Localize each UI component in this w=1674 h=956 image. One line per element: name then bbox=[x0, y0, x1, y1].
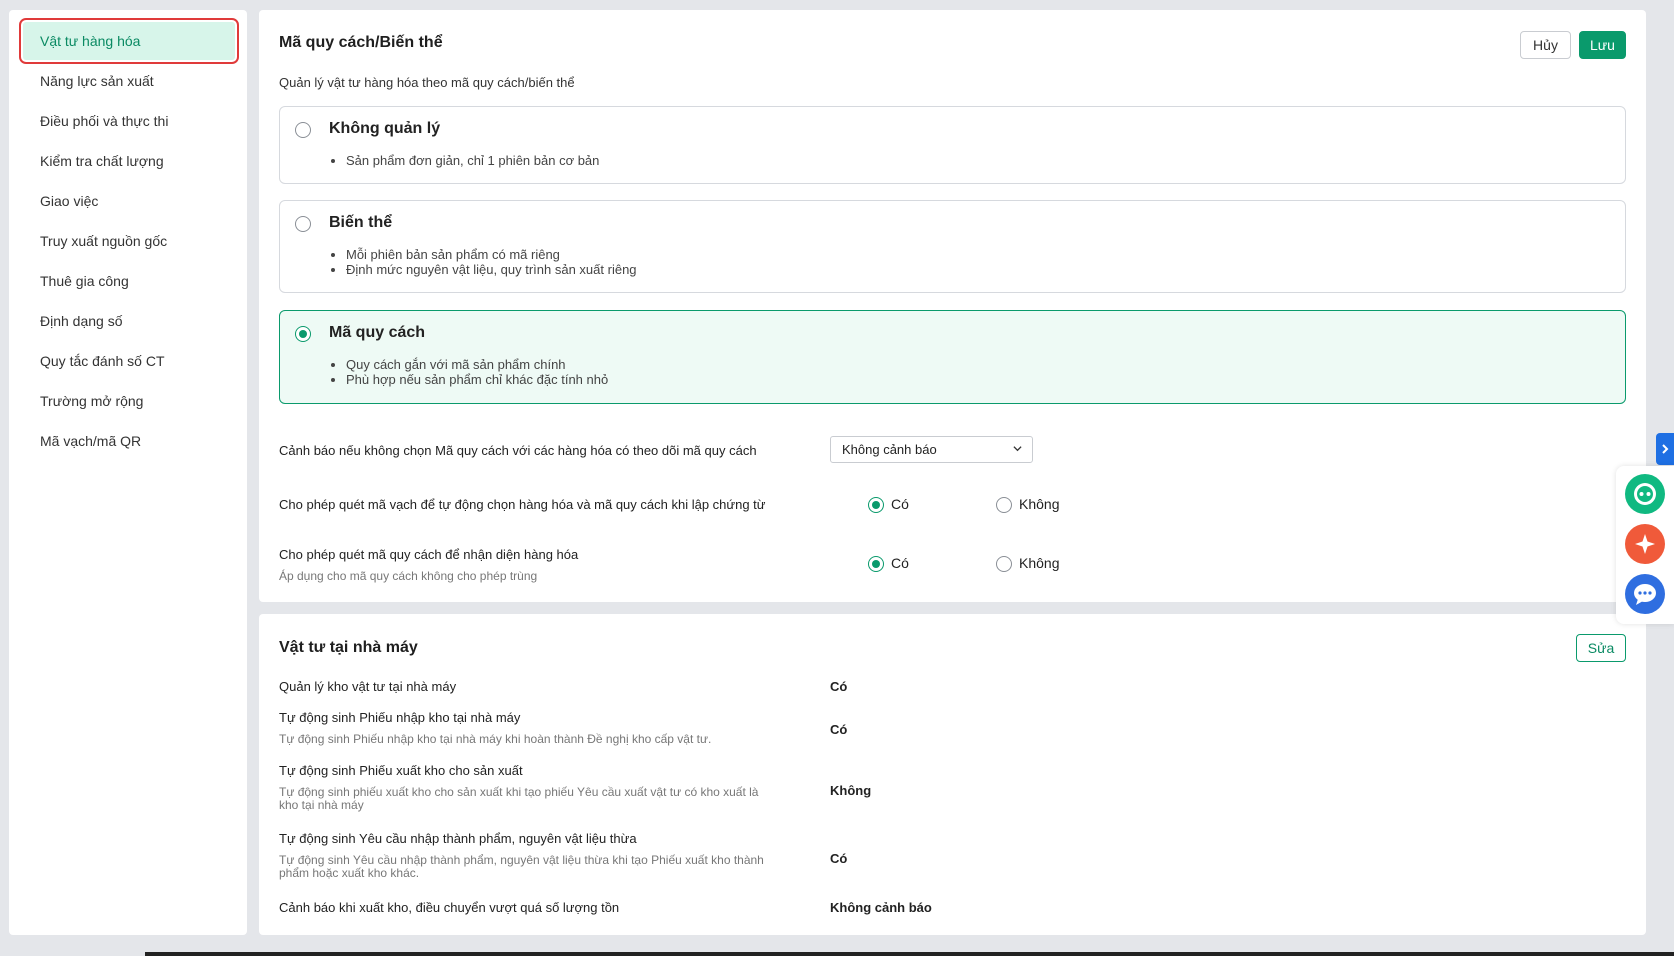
sidebar-item-coordination[interactable]: Điều phối và thực thi bbox=[23, 102, 235, 140]
sidebar-item-numbering-rules[interactable]: Quy tắc đánh số CT bbox=[23, 342, 235, 380]
scan-spec-hint: Áp dụng cho mã quy cách không cho phép t… bbox=[279, 569, 538, 583]
option-title: Biến thể bbox=[329, 214, 393, 231]
factory-row-value: Không cảnh báo bbox=[830, 900, 932, 915]
factory-row-label: Cảnh báo khi xuất kho, điều chuyển vượt … bbox=[279, 900, 620, 915]
factory-materials-panel: Vật tư tại nhà máy Sửa Quản lý kho vật t… bbox=[259, 614, 1646, 935]
sidebar-item-materials[interactable]: Vật tư hàng hóa bbox=[19, 18, 239, 64]
radio-label: Có bbox=[891, 496, 909, 512]
horizontal-scrollbar[interactable] bbox=[145, 952, 1674, 956]
sidebar-item-traceability[interactable]: Truy xuất nguồn gốc bbox=[23, 222, 235, 260]
warning-setting-label: Cảnh báo nếu không chọn Mã quy cách với … bbox=[279, 443, 757, 458]
chatbot-icon[interactable] bbox=[1625, 474, 1665, 514]
warning-select[interactable]: Không cảnh báo bbox=[830, 436, 1033, 463]
option-radio-spec-code[interactable] bbox=[295, 326, 311, 342]
radio-label: Không bbox=[1019, 496, 1060, 512]
option-bullets: Quy cách gắn với mã sản phẩm chính Phù h… bbox=[346, 357, 608, 387]
option-card-no-management[interactable]: Không quản lý Sản phẩm đơn giản, chỉ 1 p… bbox=[279, 106, 1626, 184]
option-bullet: Sản phẩm đơn giản, chỉ 1 phiên bản cơ bả… bbox=[346, 153, 599, 168]
scan-barcode-no-radio[interactable] bbox=[996, 497, 1012, 513]
warning-select-value: Không cảnh báo bbox=[842, 442, 937, 457]
factory-row-value: Không bbox=[830, 783, 872, 798]
sidebar-item-quality-check[interactable]: Kiểm tra chất lượng bbox=[23, 142, 235, 180]
radio-label: Có bbox=[891, 555, 909, 571]
chat-bubble-icon[interactable] bbox=[1625, 574, 1665, 614]
floating-tools bbox=[1616, 466, 1674, 624]
factory-row-value: Có bbox=[830, 851, 848, 866]
factory-row-hint: Tự động sinh phiếu xuất kho cho sản xuất… bbox=[279, 785, 759, 812]
option-title: Mã quy cách bbox=[329, 324, 426, 341]
factory-row-hint: Tự động sinh Phiếu nhập kho tại nhà máy … bbox=[279, 732, 712, 746]
factory-section-title: Vật tư tại nhà máy bbox=[279, 639, 418, 656]
option-radio-variant[interactable] bbox=[295, 216, 311, 232]
variant-section-title: Mã quy cách/Biến thể bbox=[279, 34, 443, 51]
variant-settings-panel: Mã quy cách/Biến thể Hủy Lưu Quản lý vật… bbox=[259, 10, 1646, 602]
radio-label: Không bbox=[1019, 555, 1060, 571]
option-card-variant[interactable]: Biến thể Mỗi phiên bản sản phẩm có mã ri… bbox=[279, 200, 1626, 293]
ai-sparkle-icon[interactable] bbox=[1625, 524, 1665, 564]
cancel-button[interactable]: Hủy bbox=[1520, 31, 1571, 59]
factory-row-hint: Tự động sinh Yêu cầu nhập thành phẩm, ng… bbox=[279, 853, 764, 880]
sidebar-item-number-format[interactable]: Định dạng số bbox=[23, 302, 235, 340]
option-bullet: Quy cách gắn với mã sản phẩm chính bbox=[346, 357, 608, 372]
option-bullet: Mỗi phiên bản sản phẩm có mã riêng bbox=[346, 247, 637, 262]
save-button[interactable]: Lưu bbox=[1579, 31, 1626, 59]
expand-panel-tab[interactable] bbox=[1656, 433, 1674, 465]
option-bullets: Mỗi phiên bản sản phẩm có mã riêng Định … bbox=[346, 247, 637, 277]
option-card-spec-code[interactable]: Mã quy cách Quy cách gắn với mã sản phẩm… bbox=[279, 310, 1626, 404]
chevron-down-icon bbox=[1013, 446, 1022, 452]
factory-row-value: Có bbox=[830, 722, 848, 737]
edit-button[interactable]: Sửa bbox=[1576, 634, 1626, 662]
sidebar-item-task-assignment[interactable]: Giao việc bbox=[23, 182, 235, 220]
sidebar-item-production-capacity[interactable]: Năng lực sản xuất bbox=[23, 62, 235, 100]
factory-row-label: Tự động sinh Phiếu nhập kho tại nhà máy bbox=[279, 710, 521, 725]
settings-sidebar: Vật tư hàng hóa Năng lực sản xuất Điều p… bbox=[9, 10, 247, 935]
sidebar-item-extended-fields[interactable]: Trường mở rộng bbox=[23, 382, 235, 420]
factory-row-label: Tự động sinh Yêu cầu nhập thành phẩm, ng… bbox=[279, 831, 637, 846]
chevron-right-icon bbox=[1662, 444, 1669, 454]
option-bullets: Sản phẩm đơn giản, chỉ 1 phiên bản cơ bả… bbox=[346, 153, 599, 168]
scan-spec-label: Cho phép quét mã quy cách để nhận diện h… bbox=[279, 547, 579, 562]
factory-row-label: Quản lý kho vật tư tại nhà máy bbox=[279, 679, 457, 694]
factory-row-label: Tự động sinh Phiếu xuất kho cho sản xuất bbox=[279, 763, 523, 778]
scan-barcode-yes-radio[interactable] bbox=[868, 497, 884, 513]
scan-barcode-label: Cho phép quét mã vạch để tự động chọn hà… bbox=[279, 497, 766, 512]
variant-section-subtitle: Quản lý vật tư hàng hóa theo mã quy cách… bbox=[279, 75, 575, 90]
option-title: Không quản lý bbox=[329, 120, 441, 137]
sidebar-item-outsourcing[interactable]: Thuê gia công bbox=[23, 262, 235, 300]
option-bullet: Phù hợp nếu sản phẩm chỉ khác đặc tính n… bbox=[346, 372, 608, 387]
factory-row-value: Có bbox=[830, 679, 848, 694]
option-radio-no-management[interactable] bbox=[295, 122, 311, 138]
scan-spec-yes-radio[interactable] bbox=[868, 556, 884, 572]
scan-spec-no-radio[interactable] bbox=[996, 556, 1012, 572]
sidebar-item-barcode-qr[interactable]: Mã vạch/mã QR bbox=[23, 422, 235, 460]
option-bullet: Định mức nguyên vật liệu, quy trình sản … bbox=[346, 262, 637, 277]
